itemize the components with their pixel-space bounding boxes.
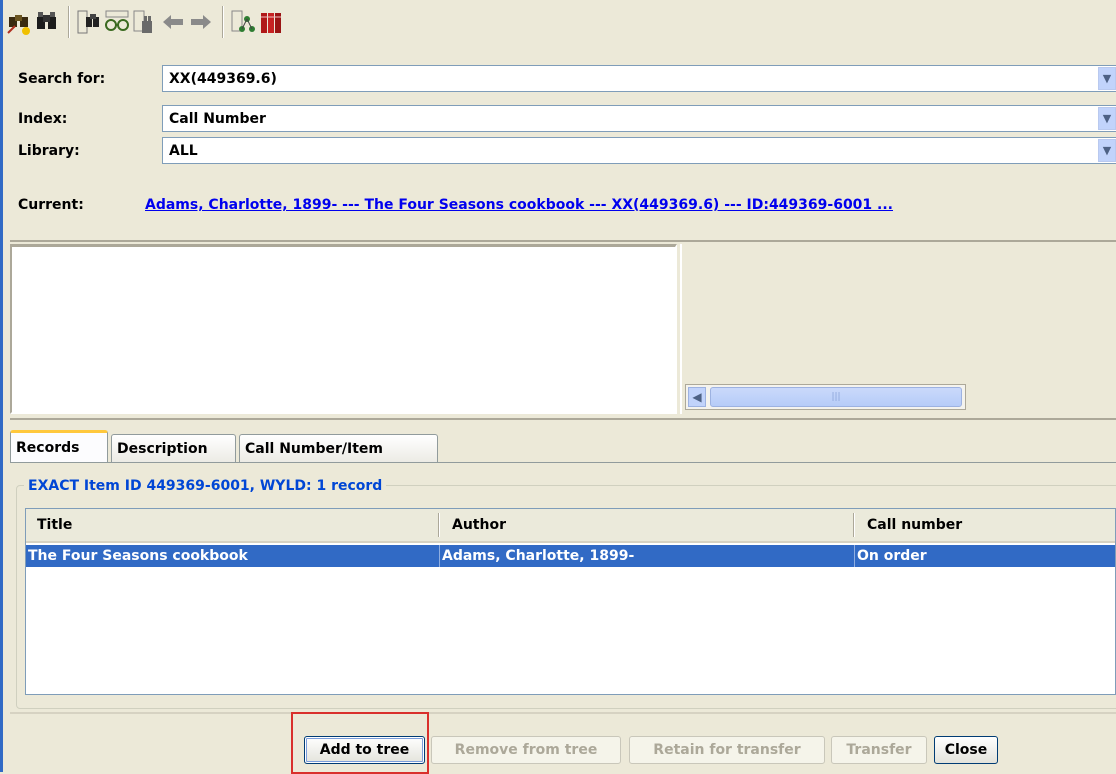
chevron-down-icon[interactable]: ▼ (1098, 107, 1116, 130)
tree-icon[interactable] (230, 5, 256, 39)
remove-from-tree-button[interactable]: Remove from tree (431, 736, 621, 764)
column-header-call-number[interactable]: Call number (856, 509, 1115, 541)
glasses-icon[interactable] (104, 5, 130, 39)
button-bar-separator (10, 712, 1116, 714)
search-for-combo[interactable]: XX(449369.6) ▼ (162, 65, 1116, 92)
toolbar (6, 2, 286, 42)
retain-for-transfer-button[interactable]: Retain for transfer (629, 736, 825, 764)
search-for-input[interactable]: XX(449369.6) (163, 71, 1098, 87)
index-label: Index: (18, 110, 68, 127)
library-value: ALL (169, 142, 198, 159)
tab-call-number-item[interactable]: Call Number/Item (239, 434, 438, 462)
scroll-left-icon[interactable]: ◀ (688, 387, 706, 407)
back-arrow-icon[interactable] (160, 5, 186, 39)
library-label: Library: (18, 142, 80, 159)
cell-call-number: On order (857, 548, 927, 564)
binoculars-icon[interactable] (34, 5, 60, 39)
cell-author: Adams, Charlotte, 1899- (442, 548, 635, 564)
toolbar-separator (68, 6, 70, 38)
hand-search-icon[interactable] (132, 5, 158, 39)
index-row: Index: Call Number ▼ (18, 105, 1116, 132)
search-for-label: Search for: (18, 70, 106, 87)
records-table[interactable]: Title Author Call number The Four Season… (25, 508, 1116, 695)
library-select[interactable]: ALL ▼ (162, 137, 1116, 164)
column-header-author[interactable]: Author (441, 509, 853, 541)
splitter[interactable] (10, 240, 1116, 242)
column-separator[interactable] (853, 513, 855, 537)
horizontal-scrollbar[interactable]: ◀ ||| (685, 384, 966, 410)
chevron-down-icon[interactable]: ▼ (1098, 67, 1116, 90)
add-to-tree-button[interactable]: Add to tree (304, 736, 425, 764)
current-record-link[interactable]: Adams, Charlotte, 1899- --- The Four Sea… (145, 193, 893, 217)
column-header-title[interactable]: Title (26, 509, 438, 541)
search-tool-icon[interactable] (6, 5, 32, 39)
scroll-thumb[interactable]: ||| (710, 387, 962, 407)
tree-pane[interactable] (10, 244, 677, 414)
lower-splitter[interactable] (10, 418, 1116, 420)
tab-description[interactable]: Description (111, 434, 236, 462)
current-label: Current: (18, 197, 84, 213)
window-left-border (0, 0, 3, 772)
tab-bar: Records Description Call Number/Item (10, 430, 1116, 463)
column-separator[interactable] (438, 513, 440, 537)
books-icon[interactable] (258, 5, 284, 39)
binoculars-list-icon[interactable] (76, 5, 102, 39)
table-header: Title Author Call number (26, 509, 1115, 543)
cell-title: The Four Seasons cookbook (28, 548, 248, 564)
library-row: Library: ALL ▼ (18, 137, 1116, 164)
index-value: Call Number (169, 110, 266, 127)
chevron-down-icon[interactable]: ▼ (1098, 139, 1116, 162)
search-for-row: Search for: XX(449369.6) ▼ (18, 65, 1116, 92)
records-group-title: EXACT Item ID 449369-6001, WYLD: 1 recor… (24, 476, 387, 496)
index-select[interactable]: Call Number ▼ (162, 105, 1116, 132)
tab-records[interactable]: Records (10, 430, 108, 463)
toolbar-separator (222, 6, 224, 38)
transfer-button[interactable]: Transfer (831, 736, 927, 764)
current-row: Current: (18, 193, 144, 217)
close-button[interactable]: Close (934, 736, 998, 764)
forward-arrow-icon[interactable] (188, 5, 214, 39)
tab-panel-border (10, 462, 1116, 463)
table-row[interactable]: The Four Seasons cookbook Adams, Charlot… (26, 545, 1115, 567)
